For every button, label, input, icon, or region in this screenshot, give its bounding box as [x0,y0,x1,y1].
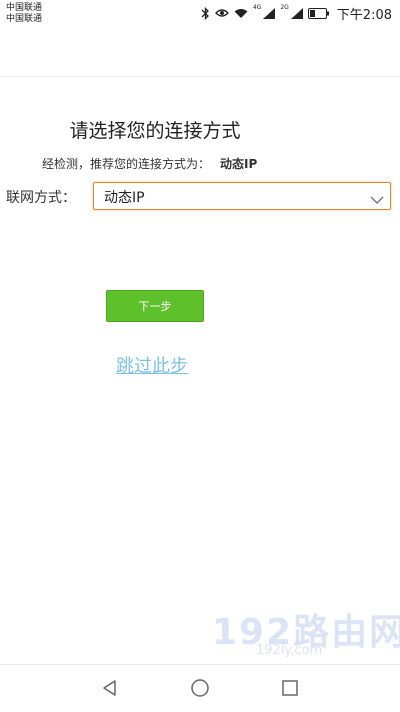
connection-type-label: 联网方式： [6,190,76,206]
connection-type-value: 动态IP [104,190,145,206]
signal-icon-2 [290,7,303,19]
connection-type-select[interactable]: 动态IP [93,182,391,210]
watermark: 192路由网 192ly.com [212,603,400,663]
bluetooth-icon [201,6,210,20]
battery-icon [307,7,330,19]
status-bar: 中国联通 中国联通 4G 2G 下午2:08 [0,0,400,27]
back-icon[interactable] [100,678,120,702]
recommend-line: 经检测，推荐您的连接方式为： 动态IP [42,155,257,172]
status-icons: 4G 2G 下午2:08 [201,4,392,23]
wifi-icon [234,8,248,19]
network-type-1: 4G [252,4,262,11]
recommend-text: 经检测，推荐您的连接方式为： [42,157,211,171]
navigation-bar [0,664,400,712]
signal-icon [263,7,276,19]
carrier-1: 中国联通 [6,3,43,13]
page-title: 请选择您的连接方式 [69,120,241,142]
header-divider [0,76,400,77]
carrier-names: 中国联通 中国联通 [6,3,42,25]
recents-icon[interactable] [280,678,300,702]
skip-link[interactable]: 跳过此步 [116,352,188,378]
network-type-2: 2G [280,4,289,11]
home-icon[interactable] [190,678,210,702]
watermark-sub: 192ly.com [256,643,323,658]
clock: 下午2:08 [336,7,392,23]
recommend-value: 动态IP [220,157,258,171]
carrier-2: 中国联通 [6,14,43,24]
chevron-down-icon [370,190,384,209]
next-button[interactable]: 下一步 [106,290,204,322]
eye-icon [214,8,229,18]
